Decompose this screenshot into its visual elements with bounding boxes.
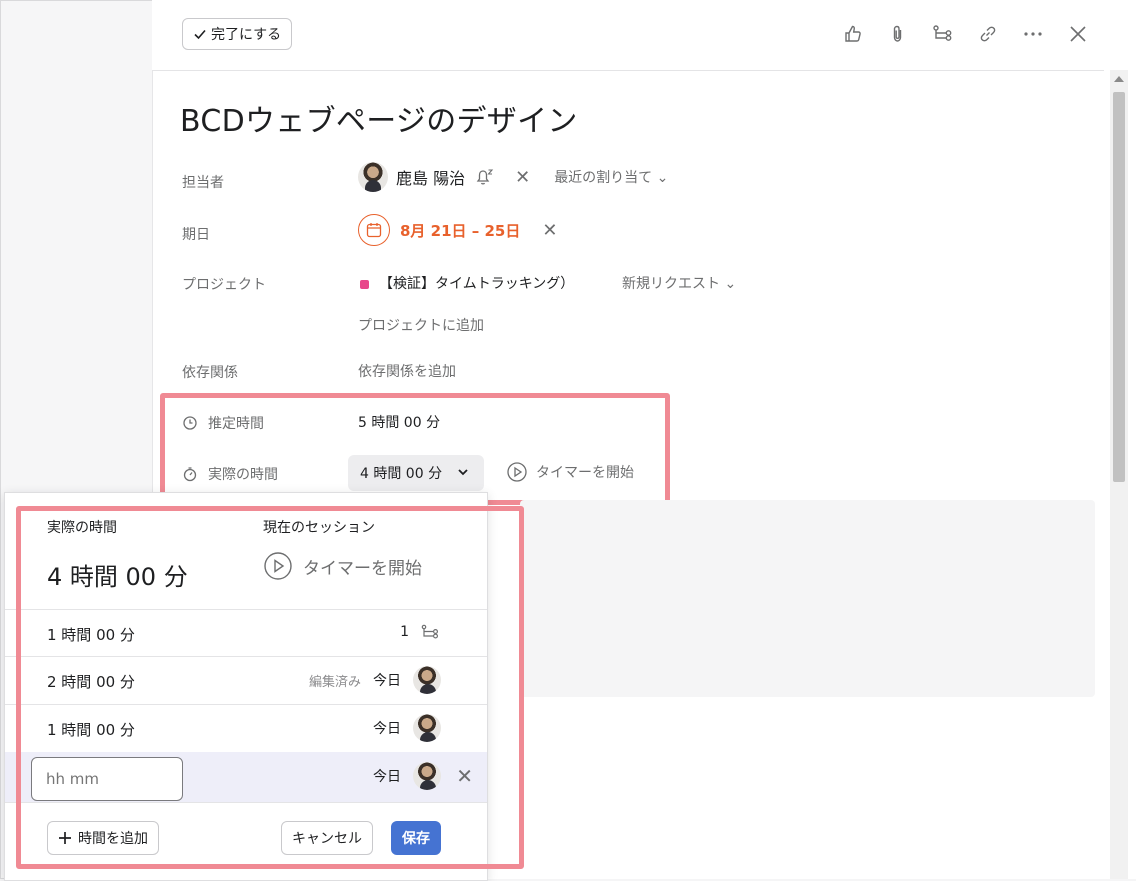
project-label: プロジェクト <box>182 277 266 293</box>
check-icon <box>194 29 206 40</box>
assignee-field[interactable]: 鹿島 陽治 ✕ 最近の割り当て ⌄ <box>358 162 668 192</box>
chevron-down-icon: ⌄ <box>656 170 669 186</box>
dependencies-label: 依存関係 <box>182 365 238 381</box>
scroll-thumb[interactable] <box>1113 92 1125 482</box>
scroll-up-arrow-icon[interactable] <box>1114 76 1124 82</box>
mark-complete-button[interactable]: 完了にする <box>182 18 293 50</box>
assignee-name[interactable]: 鹿島 陽治 <box>396 165 465 189</box>
remove-assignee-icon[interactable]: ✕ <box>515 167 530 188</box>
description-area[interactable] <box>520 500 1095 697</box>
project-item[interactable]: 【検証】タイムトラッキング） <box>360 273 574 293</box>
project-section-label: 新規リクエスト <box>622 276 720 292</box>
add-dependency-link[interactable]: 依存関係を追加 <box>358 361 456 381</box>
bell-icon[interactable] <box>473 167 495 187</box>
more-options-icon[interactable] <box>1021 22 1045 46</box>
assignee-avatar <box>358 162 388 192</box>
highlight-box-time-fields <box>160 393 670 505</box>
due-date-label: 期日 <box>182 227 210 243</box>
close-panel-icon[interactable] <box>1066 22 1090 46</box>
recent-assign-label: 最近の割り当て <box>554 170 653 186</box>
project-section-dropdown[interactable]: 新規リクエスト ⌄ <box>622 273 736 293</box>
assignee-label: 担当者 <box>182 175 224 191</box>
project-name[interactable]: 【検証】タイムトラッキング） <box>379 276 574 292</box>
paperclip-icon[interactable] <box>886 22 910 46</box>
due-date-value[interactable]: 8月 21日 – 25日 <box>400 220 520 241</box>
recent-assign-dropdown[interactable]: 最近の割り当て ⌄ <box>554 167 668 187</box>
scrollbar[interactable] <box>1110 70 1128 879</box>
link-icon[interactable] <box>976 22 1000 46</box>
highlight-box-popup <box>16 506 524 869</box>
task-title[interactable]: BCDウェブページのデザイン <box>180 96 578 140</box>
mark-complete-label: 完了にする <box>211 26 282 42</box>
toolbar-actions <box>841 22 1090 46</box>
add-project-link[interactable]: プロジェクトに追加 <box>358 315 484 335</box>
calendar-icon <box>358 214 390 246</box>
thumbs-up-icon[interactable] <box>841 22 865 46</box>
subtask-icon[interactable] <box>931 22 955 46</box>
task-toolbar: 完了にする <box>152 0 1104 71</box>
clear-due-date-icon[interactable]: ✕ <box>542 220 557 241</box>
chevron-down-icon: ⌄ <box>724 276 737 292</box>
due-date-field[interactable]: 8月 21日 – 25日 ✕ <box>358 214 557 246</box>
project-color-dot <box>360 279 369 289</box>
